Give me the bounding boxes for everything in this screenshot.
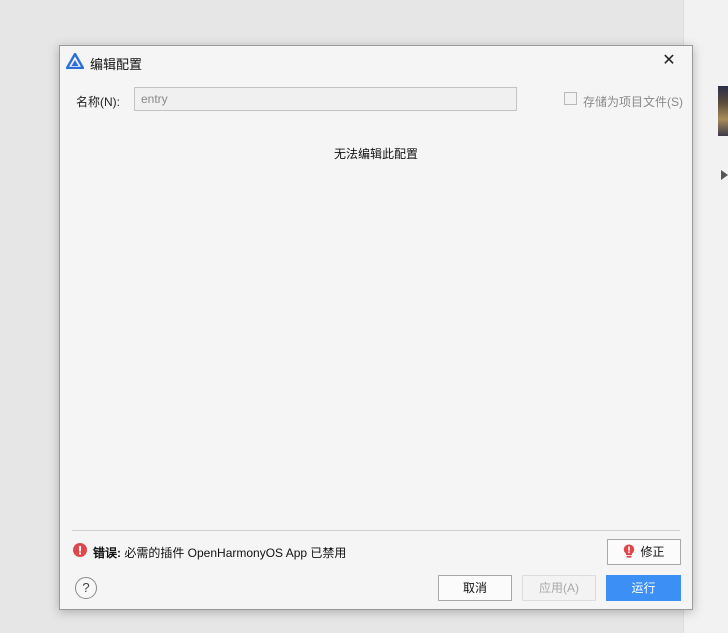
error-prefix: 错误: [93, 546, 121, 560]
fix-button-label[interactable]: 修正 [640, 545, 664, 559]
bulb-exclamation-icon [624, 544, 635, 558]
apply-button[interactable]: 应用(A) [522, 575, 596, 601]
close-button[interactable]: ✕ [660, 52, 678, 70]
background-thumbnail [718, 86, 728, 136]
background-play-icon [721, 170, 728, 180]
save-as-project-label[interactable]: 存储为项目文件(S) [583, 93, 683, 110]
error-message: 错误: 必需的插件 OpenHarmonyOS App 已禁用 [93, 544, 346, 561]
close-icon[interactable]: ✕ [662, 52, 675, 69]
error-detail: 必需的插件 OpenHarmonyOS App 已禁用 [121, 546, 347, 560]
name-label: 名称(N): [76, 95, 120, 109]
dialog-titlebar: 编辑配置 ✕ [60, 46, 692, 76]
help-button[interactable]: ? [75, 577, 97, 599]
deveco-logo-icon [66, 53, 84, 69]
error-circle-icon [73, 543, 87, 557]
dialog-title: 编辑配置 [90, 57, 143, 72]
save-as-project-checkbox[interactable] [564, 92, 577, 105]
cannot-edit-message: 无法编辑此配置 [333, 147, 418, 161]
cancel-button[interactable]: 取消 [438, 575, 512, 601]
fix-button[interactable]: 修正 [607, 539, 681, 565]
name-input[interactable] [134, 87, 517, 111]
divider [72, 530, 680, 531]
question-circle-icon[interactable]: ? [82, 580, 89, 595]
run-button[interactable]: 运行 [606, 575, 681, 601]
edit-configuration-dialog: 编辑配置 ✕ 名称(N): 存储为项目文件(S) 无法编辑此配置 错误: 必需的… [59, 45, 693, 610]
